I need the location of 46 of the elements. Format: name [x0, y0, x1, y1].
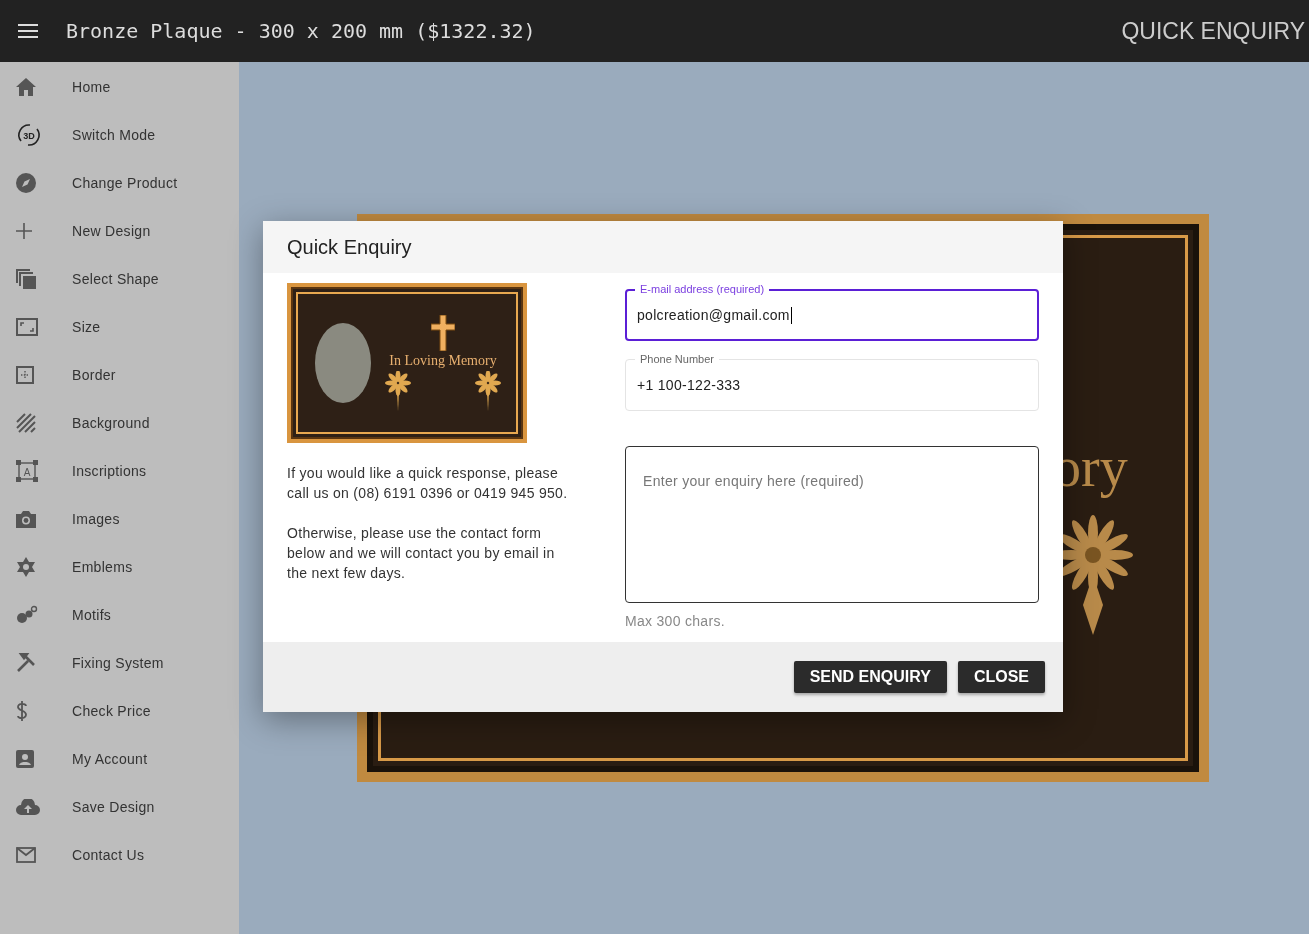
menu-icon[interactable] [18, 24, 38, 38]
sidebar-item[interactable]: Select Shape [0, 255, 239, 303]
cross-icon [431, 315, 455, 351]
char-limit-hint: Max 300 chars. [625, 613, 726, 629]
page-title: Bronze Plaque - 300 x 200 mm ($1322.32) [66, 19, 537, 43]
quick-enquiry-button[interactable]: QUICK ENQUIRY [1121, 17, 1309, 45]
dollar-icon [16, 701, 28, 721]
plus-icon [16, 223, 32, 239]
sidebar-item[interactable]: Emblems [0, 543, 239, 591]
cloud-upload-icon [16, 799, 40, 815]
sidebar-item[interactable]: Images [0, 495, 239, 543]
sidebar-item[interactable]: 3D Switch Mode [0, 111, 239, 159]
account-icon [16, 750, 34, 768]
sidebar-item[interactable]: My Account [0, 735, 239, 783]
thumbnail-inscription: In Loving Memory [389, 353, 497, 369]
info-paragraph: Otherwise, please use the contact form below and we will contact you by email in the next few days. [287, 524, 556, 583]
dotted-square-icon [16, 366, 34, 384]
resize-icon [16, 318, 38, 336]
close-button[interactable]: CLOSE [957, 661, 1045, 693]
sidebar-item[interactable]: Motifs [0, 591, 239, 639]
diagonal-stripes-icon [16, 413, 36, 433]
enquiry-textarea[interactable]: Enter your enquiry here (required) [625, 446, 1039, 603]
gear-star-icon [16, 557, 36, 577]
sidebar-item[interactable]: Save Design [0, 783, 239, 831]
field-label: E-mail address (required) [635, 283, 770, 295]
stacked-squares-icon [16, 269, 36, 289]
dialog-title: Quick Enquiry [287, 235, 412, 259]
sidebar-item[interactable]: Home [0, 63, 239, 111]
sidebar-item[interactable]: Change Product [0, 159, 239, 207]
sidebar-item[interactable]: A Inscriptions [0, 447, 239, 495]
tools-icon [16, 653, 36, 673]
sidebar-item[interactable]: Border [0, 351, 239, 399]
sidebar-item[interactable]: Contact Us [0, 831, 239, 879]
camera-icon [16, 510, 36, 528]
home-icon [16, 78, 36, 96]
info-paragraph: If you would like a quick response, please call us on (08) 6191 0396 or 0419 945 950. [287, 464, 569, 503]
sidebar-item[interactable]: Fixing System [0, 639, 239, 687]
text-frame-icon: A [16, 460, 38, 482]
send-enquiry-button[interactable]: SEND ENQUIRY [793, 661, 947, 693]
field-label: Phone Number [635, 353, 719, 365]
sidebar-item[interactable]: Size [0, 303, 239, 351]
mail-icon [16, 847, 36, 863]
compass-icon [16, 173, 36, 193]
sidebar-item[interactable]: Check Price [0, 687, 239, 735]
sidebar-item[interactable]: Background [0, 399, 239, 447]
sidebar-item[interactable]: New Design [0, 207, 239, 255]
